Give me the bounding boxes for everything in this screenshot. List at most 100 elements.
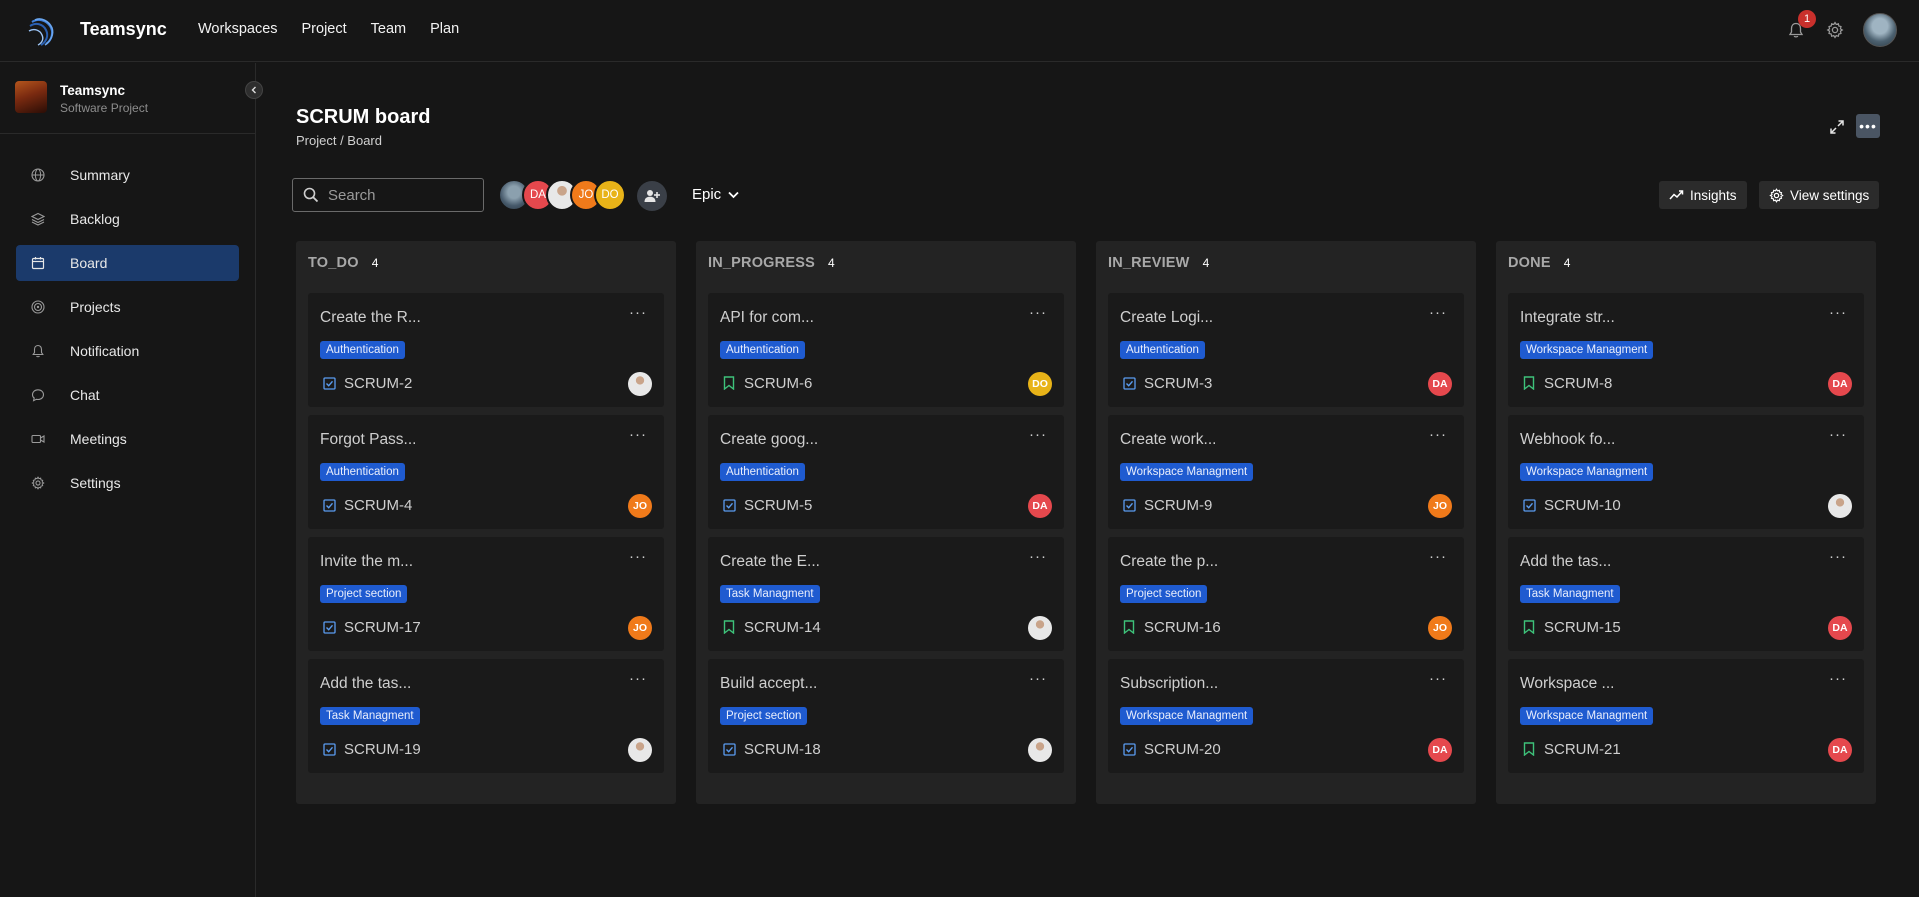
sidebar-item-meetings[interactable]: Meetings [16,421,239,457]
project-header[interactable]: Teamsync Software Project [15,81,241,121]
ellipsis-icon: ··· [1429,426,1447,443]
card-more-button[interactable]: ··· [1029,304,1047,321]
search-field[interactable] [292,178,484,212]
card-more-button[interactable]: ··· [1429,304,1447,321]
card-more-button[interactable]: ··· [1429,426,1447,443]
issue-card[interactable]: Forgot Pass... ··· Authentication SCRUM-4 JO [308,415,664,529]
card-more-button[interactable]: ··· [1029,548,1047,565]
ellipsis-icon: ··· [1829,548,1847,565]
add-member-button[interactable] [637,181,667,211]
sidebar-item-summary[interactable]: Summary [16,157,239,193]
card-more-button[interactable]: ··· [1029,426,1047,443]
card-title: Create the R... [320,309,421,326]
card-more-button[interactable]: ··· [1829,304,1847,321]
issue-card[interactable]: Integrate str... ··· Workspace Managment SC… [1508,293,1864,407]
story-bookmark-icon [722,620,736,634]
fullscreen-button[interactable] [1826,116,1848,138]
card-more-button[interactable]: ··· [629,304,647,321]
app-name[interactable]: Teamsync [80,19,167,40]
issue-card[interactable]: Create work... ··· Workspace Managment SCRU… [1108,415,1464,529]
issue-card[interactable]: Webhook fo... ··· Workspace Managment SCRUM… [1508,415,1864,529]
nav-team[interactable]: Team [371,21,406,37]
issue-card[interactable]: Create the E... ··· Task Managment SCRUM-14 [708,537,1064,651]
assignee-avatar[interactable] [1028,616,1052,640]
sidebar-item-label: Projects [70,299,121,315]
issue-card[interactable]: Create Logi... ··· Authentication SCRUM-3 DA [1108,293,1464,407]
insights-button[interactable]: Insights [1659,181,1747,209]
sidebar-item-settings[interactable]: Settings [16,465,239,501]
breadcrumb[interactable]: Project / Board [296,133,382,148]
issue-card[interactable]: API for com... ··· Authentication SCRUM-6 DO [708,293,1064,407]
card-title: Build accept... [720,675,818,692]
ellipsis-icon: ··· [629,426,647,443]
epic-filter-dropdown[interactable]: Epic [692,186,739,203]
assignee-avatar[interactable]: DA [1028,494,1052,518]
card-more-button[interactable]: ··· [1829,670,1847,687]
assignee-avatar[interactable]: JO [628,616,652,640]
assignee-avatar[interactable] [628,738,652,762]
notifications-button[interactable]: 1 [1785,10,1816,41]
assignee-avatar[interactable]: DA [1828,372,1852,396]
card-more-button[interactable]: ··· [629,670,647,687]
sidebar-item-notification[interactable]: Notification [16,333,239,369]
epic-tag: Task Managment [720,585,820,603]
assignee-avatar[interactable] [1828,494,1852,518]
card-more-button[interactable]: ··· [629,426,647,443]
issue-key: SCRUM-16 [1144,619,1221,636]
issue-card[interactable]: Workspace ... ··· Workspace Managment SCRUM… [1508,659,1864,773]
issue-card[interactable]: Subscription... ··· Workspace Managment SCR… [1108,659,1464,773]
collapse-sidebar-button[interactable] [245,81,263,99]
assignee-avatar[interactable]: DA [1428,372,1452,396]
assignee-avatar[interactable]: JO [1428,616,1452,640]
sidebar-item-projects[interactable]: Projects [16,289,239,325]
issue-card[interactable]: Build accept... ··· Project section SCRUM-1… [708,659,1064,773]
column-count: 4 [1563,256,1571,270]
assignee-avatar[interactable]: DA [1828,616,1852,640]
issue-key: SCRUM-10 [1544,497,1621,514]
task-checkbox-icon [722,498,736,512]
column-count: 4 [1202,256,1210,270]
issue-card[interactable]: Create goog... ··· Authentication SCRUM-5 DA [708,415,1064,529]
assignee-avatar[interactable]: DO [1028,372,1052,396]
top-nav: Workspaces Project Team Plan [198,21,459,37]
view-settings-button[interactable]: View settings [1759,181,1880,209]
ellipsis-icon: ··· [1429,548,1447,565]
issue-card[interactable]: Add the tas... ··· Task Managment SCRUM-19 [308,659,664,773]
nav-plan[interactable]: Plan [430,21,459,37]
member-avatar[interactable]: DO [594,179,626,211]
issue-card[interactable]: Add the tas... ··· Task Managment SCRUM-15 D… [1508,537,1864,651]
sidebar-item-backlog[interactable]: Backlog [16,201,239,237]
issue-card[interactable]: Invite the m... ··· Project section SCRUM-1… [308,537,664,651]
assignee-avatar[interactable]: JO [628,494,652,518]
search-icon [303,187,319,203]
search-input[interactable] [328,186,478,204]
nav-workspaces[interactable]: Workspaces [198,21,278,37]
card-more-button[interactable]: ··· [1829,548,1847,565]
card-more-button[interactable]: ··· [629,548,647,565]
sidebar-divider [0,133,256,134]
logo-icon[interactable] [26,14,60,48]
issue-key: SCRUM-6 [744,375,813,392]
assignee-avatar[interactable]: DA [1828,738,1852,762]
sidebar-item-board[interactable]: Board [16,245,239,281]
story-bookmark-icon [1122,620,1136,634]
assignee-avatar[interactable]: JO [1428,494,1452,518]
issue-card[interactable]: Create the R... ··· Authentication SCRUM-2 [308,293,664,407]
sidebar-item-chat[interactable]: Chat [16,377,239,413]
card-more-button[interactable]: ··· [1829,426,1847,443]
column-header: TO_DO 4 [308,255,378,271]
assignee-avatar[interactable] [628,372,652,396]
card-more-button[interactable]: ··· [1029,670,1047,687]
issue-card[interactable]: Create the p... ··· Project section SCRUM-1… [1108,537,1464,651]
assignee-avatar[interactable] [1028,738,1052,762]
assignee-avatar[interactable]: DA [1428,738,1452,762]
card-more-button[interactable]: ··· [1429,670,1447,687]
board-more-button[interactable]: ••• [1856,114,1880,138]
epic-tag: Project section [1120,585,1208,603]
nav-project[interactable]: Project [302,21,347,37]
card-more-button[interactable]: ··· [1429,548,1447,565]
epic-tag: Task Managment [1520,585,1620,603]
user-avatar[interactable] [1863,13,1897,47]
settings-button[interactable] [1825,20,1845,40]
column-todo: TO_DO 4 Create the R... ··· Authentication SC… [296,241,676,804]
